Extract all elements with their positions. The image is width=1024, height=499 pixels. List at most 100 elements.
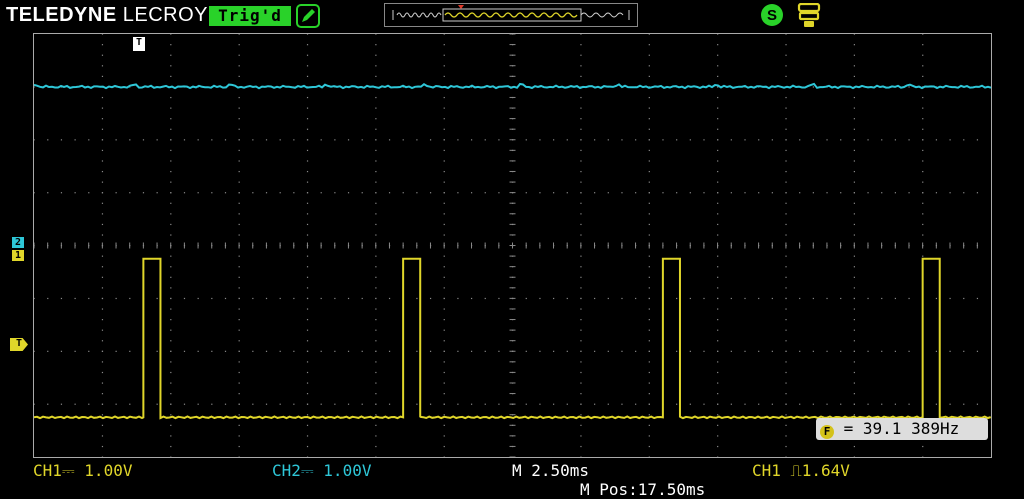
grid-dot	[88, 297, 90, 300]
grid-dot	[607, 350, 609, 352]
grid-dot	[648, 403, 650, 405]
memory-position-bar[interactable]	[384, 3, 638, 27]
grid-dot	[443, 192, 445, 194]
grid-dot	[361, 403, 363, 405]
grid-dot	[648, 192, 650, 194]
grid-dot	[252, 139, 254, 141]
trigger-status-badge[interactable]: Trig'd	[209, 6, 291, 26]
grid-dot	[457, 403, 459, 405]
trigger-readout[interactable]: CH1 ⎍1.64V	[752, 462, 850, 480]
grid-dot	[238, 371, 240, 374]
grid-dot	[34, 139, 35, 141]
grid-dot	[963, 139, 965, 141]
ch2-scale[interactable]: CH2⎓ 1.00V	[272, 462, 371, 480]
grid-dot	[922, 107, 924, 109]
grid-dot	[375, 424, 377, 426]
grid-dot	[238, 329, 240, 331]
grid-dot	[580, 223, 582, 226]
grid-dot	[580, 202, 582, 204]
grid-dot	[785, 34, 787, 35]
grid-dot	[416, 297, 418, 300]
grid-dot	[211, 403, 213, 405]
timebase-readout[interactable]: M 2.50ms	[512, 462, 589, 480]
brand-bold: TELEDYNE	[6, 4, 117, 26]
grid-dot	[375, 54, 377, 56]
grid-dot	[648, 34, 650, 35]
frequency-value: = 39.1 389Hz	[843, 419, 960, 438]
ch1-level-marker[interactable]: 1	[12, 250, 24, 261]
grid-dot	[457, 139, 459, 141]
grid-dot	[525, 403, 527, 405]
ch1-scale[interactable]: CH1⎓ 1.00V	[33, 462, 132, 480]
grid-dot	[47, 403, 49, 405]
grid-dot	[867, 403, 869, 405]
grid-dot	[785, 382, 787, 384]
grid-dot	[785, 107, 787, 109]
grid-dot	[894, 350, 896, 352]
grid-dot	[347, 297, 350, 300]
grid-dot	[867, 297, 869, 300]
grid-dot	[129, 139, 131, 141]
grid-dot	[443, 287, 445, 289]
grid-dot	[170, 107, 172, 109]
grid-dot	[238, 192, 240, 194]
grid-dot	[129, 297, 131, 300]
trigger-level-marker[interactable]: T	[10, 338, 28, 351]
grid-dot	[976, 297, 979, 300]
grid-dot	[853, 403, 855, 405]
grid-dot	[60, 297, 63, 300]
grid-dot	[676, 192, 678, 194]
grid-dot	[334, 139, 336, 141]
grid-dot	[785, 44, 787, 46]
grid-dot	[101, 54, 104, 56]
grid-dot	[580, 435, 582, 437]
grid-dot	[238, 213, 240, 215]
grid-dot	[853, 170, 855, 173]
grid-dot	[785, 96, 787, 99]
grid-dot	[525, 350, 527, 352]
grid-dot	[34, 192, 35, 194]
grid-dot	[238, 107, 240, 109]
ch2-level-marker[interactable]: 2	[12, 237, 24, 248]
grid-dot	[539, 139, 541, 141]
grid-dot	[334, 297, 336, 300]
grid-dot	[115, 192, 117, 194]
grid-dot	[648, 118, 650, 120]
grid-dot	[717, 435, 719, 437]
pencil-icon[interactable]	[296, 4, 320, 28]
grid-dot	[34, 403, 35, 405]
grid-dot	[894, 297, 896, 300]
grid-dot	[635, 139, 637, 141]
grid-dot	[949, 350, 951, 352]
grid-dot	[785, 255, 787, 257]
grid-dot	[963, 297, 965, 300]
grid-dot	[771, 403, 773, 405]
trigger-position-marker[interactable]: T	[133, 37, 145, 51]
grid-dot	[812, 192, 814, 194]
grid-dot	[443, 118, 445, 120]
grid-dot	[101, 34, 104, 35]
grid-dot	[101, 149, 104, 152]
grid-dot	[812, 297, 814, 300]
grid-dot	[580, 319, 582, 321]
grid-dot	[101, 424, 104, 426]
grid-dot	[908, 86, 910, 88]
grid-dot	[170, 308, 172, 310]
grid-dot	[785, 456, 787, 457]
grid-dot	[375, 319, 377, 321]
grid-dot	[197, 297, 199, 300]
grid-dot	[170, 266, 172, 268]
grid-dot	[853, 297, 855, 300]
grid-dot	[922, 128, 924, 130]
grid-dot	[252, 350, 254, 352]
grid-dot	[375, 414, 377, 416]
grid-dot	[224, 403, 227, 405]
grid-dot	[388, 192, 391, 194]
grid-dot	[785, 329, 787, 331]
grid-dot	[580, 75, 582, 77]
grid-dot	[689, 192, 691, 194]
waveform-display[interactable]	[33, 33, 992, 458]
grid-dot	[648, 170, 650, 173]
grid-dot	[963, 350, 965, 352]
grid-dot	[580, 118, 582, 120]
